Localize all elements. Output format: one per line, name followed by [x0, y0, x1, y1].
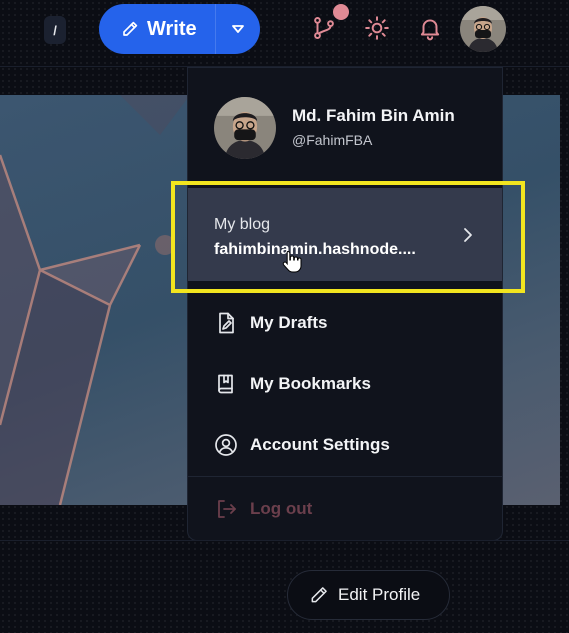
my-blog-url: fahimbinamin.hashnode.... — [214, 241, 416, 258]
logout-label: Log out — [250, 499, 313, 518]
profile-handle: @FahimFBA — [292, 132, 373, 148]
pencil-icon — [311, 587, 327, 603]
sun-icon — [365, 16, 389, 40]
profile-avatar — [214, 97, 276, 159]
chevron-right-icon — [464, 228, 472, 242]
avatar-image — [460, 6, 506, 52]
menu-item-account-settings[interactable]: Account Settings — [188, 420, 502, 470]
user-circle-icon — [215, 434, 237, 456]
my-blog-link[interactable]: My blog fahimbinamin.hashnode.... — [188, 188, 502, 281]
write-options-toggle[interactable] — [216, 4, 260, 54]
logout-button[interactable]: Log out — [188, 484, 502, 534]
avatar-image — [214, 97, 276, 159]
git-branch-icon — [314, 17, 334, 39]
logout-icon — [218, 500, 236, 518]
bookmark-book-icon — [218, 374, 233, 394]
notification-dot — [333, 4, 349, 20]
menu-item-my-drafts[interactable]: My Drafts — [188, 298, 502, 348]
top-navbar: / Write — [0, 0, 569, 66]
theme-toggle-button[interactable] — [359, 10, 395, 46]
pencil-icon — [123, 21, 138, 36]
user-menu-dropdown: Md. Fahim Bin Amin @FahimFBA My blog fah… — [187, 67, 503, 541]
menu-label-account-settings: Account Settings — [250, 435, 390, 454]
menu-label-my-drafts: My Drafts — [250, 313, 328, 332]
menu-item-my-bookmarks[interactable]: My Bookmarks — [188, 359, 502, 409]
search-shortcut-key[interactable]: / — [44, 16, 66, 44]
menu-divider — [188, 476, 502, 477]
write-button-label: Write — [147, 17, 197, 40]
bottom-divider — [0, 540, 569, 541]
profile-name: Md. Fahim Bin Amin — [292, 106, 455, 125]
my-blog-label: My blog — [214, 216, 271, 233]
menu-label-my-bookmarks: My Bookmarks — [250, 374, 371, 393]
notifications-button[interactable] — [412, 10, 448, 46]
edit-profile-label: Edit Profile — [338, 585, 421, 604]
write-button[interactable]: Write — [99, 4, 215, 54]
caret-down-icon — [232, 25, 244, 33]
write-button-group: Write — [99, 4, 260, 54]
edit-profile-button[interactable]: Edit Profile — [287, 570, 450, 620]
user-avatar-button[interactable] — [460, 6, 506, 52]
draft-file-icon — [219, 312, 234, 334]
bell-icon — [420, 19, 440, 41]
